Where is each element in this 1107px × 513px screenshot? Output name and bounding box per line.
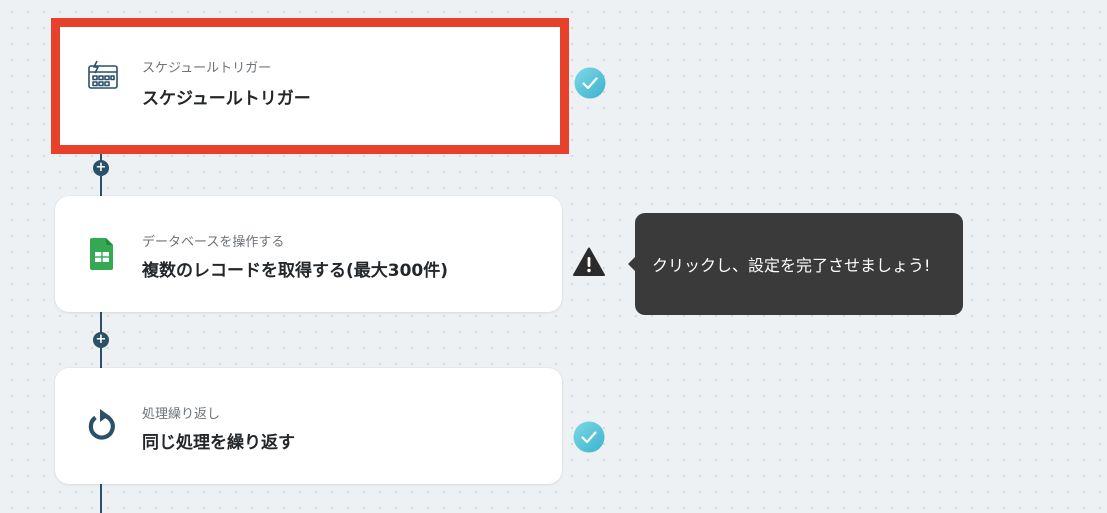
step-card-schedule-trigger[interactable]: スケジュールトリガー スケジュールトリガー (51, 18, 569, 154)
step-title: 同じ処理を繰り返す (142, 433, 295, 453)
warning-icon (572, 246, 605, 278)
completed-check-icon (574, 67, 606, 99)
completed-check-icon (573, 421, 605, 453)
step-title: 複数のレコードを取得する(最大300件) (142, 261, 449, 281)
google-sheets-icon (84, 236, 120, 272)
tooltip-text: クリックし、設定を完了させましょう! (652, 256, 931, 275)
loop-icon (84, 408, 120, 444)
step-title: スケジュールトリガー (142, 89, 311, 109)
plus-icon: + (95, 332, 107, 347)
step-type-label: データベースを操作する (142, 235, 285, 250)
schedule-calendar-icon (85, 58, 121, 94)
step-card-database-operation[interactable]: データベースを操作する 複数のレコードを取得する(最大300件) (55, 196, 562, 312)
step-type-label: スケジュールトリガー (142, 61, 272, 76)
flow-connector-line (100, 484, 102, 513)
add-step-button[interactable]: + (93, 160, 109, 176)
step-card-loop[interactable]: 処理繰り返し 同じ処理を繰り返す (55, 368, 562, 484)
plus-icon: + (95, 160, 107, 175)
configuration-tooltip: クリックし、設定を完了させましょう! (628, 213, 963, 315)
add-step-button[interactable]: + (93, 332, 109, 348)
step-type-label: 処理繰り返し (142, 407, 221, 422)
